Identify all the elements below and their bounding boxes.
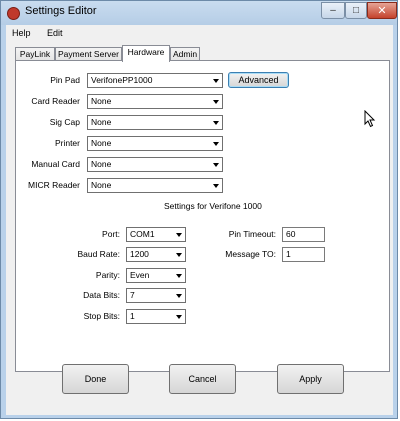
printer-label: Printer — [54, 138, 80, 148]
chevron-down-icon — [176, 274, 182, 278]
pin-timeout-label: Pin Timeout: — [228, 229, 276, 239]
tab-paylink[interactable]: PayLink — [15, 47, 55, 61]
chevron-down-icon — [176, 253, 182, 257]
maximize-button[interactable]: □ — [345, 2, 367, 19]
window-client-area: Help Edit PayLink Payment Server Hardwar… — [6, 25, 393, 415]
micr-reader-label: MICR Reader — [28, 180, 80, 190]
stop-bits-value: 1 — [130, 311, 135, 321]
pin-pad-select[interactable]: VerifonePP1000 — [87, 73, 223, 88]
tab-admin[interactable]: Admin — [170, 47, 200, 61]
data-bits-select[interactable]: 7 — [126, 288, 186, 303]
manual-card-label: Manual Card — [31, 159, 80, 169]
printer-value: None — [91, 138, 112, 148]
minimize-button[interactable]: – — [321, 2, 345, 19]
apply-button[interactable]: Apply — [277, 364, 344, 394]
pin-pad-label: Pin Pad — [50, 75, 80, 85]
menu-help[interactable]: Help — [12, 28, 31, 38]
manual-card-select[interactable]: None — [87, 157, 223, 172]
sig-cap-value: None — [91, 117, 112, 127]
tab-hardware[interactable]: Hardware — [122, 45, 170, 62]
minimize-icon: – — [330, 5, 336, 16]
pin-timeout-input[interactable]: 60 — [282, 227, 325, 242]
sig-cap-label: Sig Cap — [49, 117, 80, 127]
card-reader-value: None — [91, 96, 112, 106]
close-button[interactable]: ✕ — [367, 2, 397, 19]
micr-reader-select[interactable]: None — [87, 178, 223, 193]
window-title: Settings Editor — [25, 5, 97, 17]
advanced-button[interactable]: Advanced — [228, 72, 289, 88]
printer-select[interactable]: None — [87, 136, 223, 151]
menu-edit[interactable]: Edit — [47, 28, 63, 38]
parity-select[interactable]: Even — [126, 268, 186, 283]
card-reader-label: Card Reader — [31, 96, 80, 106]
settings-caption: Settings for Verifone 1000 — [164, 201, 262, 211]
title-bar[interactable]: Settings Editor – □ ✕ — [1, 1, 397, 25]
parity-label: Parity: — [95, 270, 120, 280]
chevron-down-icon — [213, 100, 219, 104]
chevron-down-icon — [213, 79, 219, 83]
baud-rate-select[interactable]: 1200 — [126, 247, 186, 262]
maximize-icon: □ — [352, 5, 360, 16]
port-value: COM1 — [130, 229, 155, 239]
baud-rate-value: 1200 — [130, 249, 149, 259]
manual-card-value: None — [91, 159, 112, 169]
port-select[interactable]: COM1 — [126, 227, 186, 242]
tab-payment-server[interactable]: Payment Server — [55, 47, 122, 61]
chevron-down-icon — [176, 233, 182, 237]
pin-pad-value: VerifonePP1000 — [91, 75, 153, 85]
port-label: Port: — [102, 229, 120, 239]
card-reader-select[interactable]: None — [87, 94, 223, 109]
message-timeout-input[interactable]: 1 — [282, 247, 325, 262]
stop-bits-label: Stop Bits: — [83, 311, 120, 321]
chevron-down-icon — [176, 315, 182, 319]
parity-value: Even — [130, 270, 150, 280]
menu-bar: Help Edit — [6, 25, 393, 42]
cancel-button[interactable]: Cancel — [169, 364, 236, 394]
mouse-cursor-icon — [364, 110, 376, 128]
chevron-down-icon — [213, 142, 219, 146]
close-icon: ✕ — [377, 5, 387, 17]
data-bits-label: Data Bits: — [83, 290, 120, 300]
hardware-panel: Pin Pad VerifonePP1000 Advanced Card Rea… — [15, 60, 390, 372]
sig-cap-select[interactable]: None — [87, 115, 223, 130]
app-icon — [7, 7, 20, 20]
data-bits-value: 7 — [130, 290, 135, 300]
chevron-down-icon — [213, 121, 219, 125]
stop-bits-select[interactable]: 1 — [126, 309, 186, 324]
message-timeout-label: Message TO: — [225, 249, 276, 259]
chevron-down-icon — [213, 184, 219, 188]
chevron-down-icon — [213, 163, 219, 167]
settings-editor-window: Settings Editor – □ ✕ Help Edit PayLink … — [0, 0, 398, 419]
done-button[interactable]: Done — [62, 364, 129, 394]
baud-rate-label: Baud Rate: — [77, 249, 120, 259]
chevron-down-icon — [176, 294, 182, 298]
micr-reader-value: None — [91, 180, 112, 190]
